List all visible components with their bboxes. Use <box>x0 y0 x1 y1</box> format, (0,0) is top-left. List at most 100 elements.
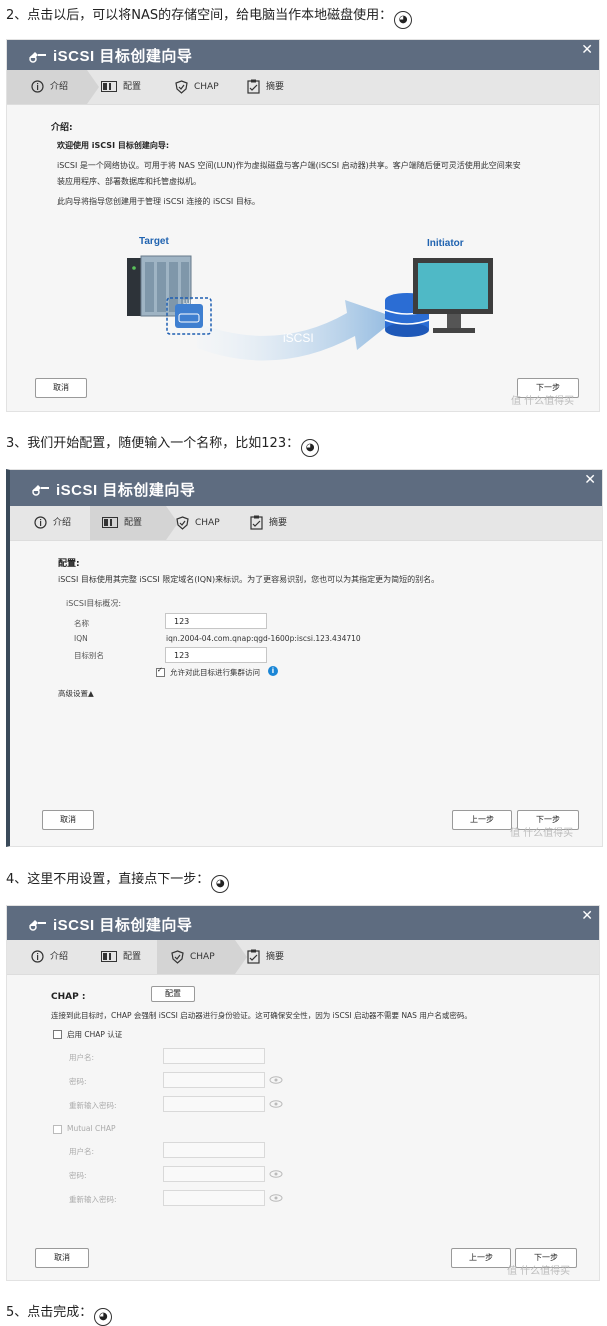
prev-button[interactable]: 上一步 <box>451 1248 511 1268</box>
close-icon[interactable]: ✕ <box>584 471 596 488</box>
mutual-chap-checkbox[interactable] <box>53 1125 62 1134</box>
clipboard-icon <box>247 79 260 94</box>
emoji-icon: ◕ <box>94 1308 113 1326</box>
prev-button[interactable]: 上一步 <box>452 810 512 830</box>
intro-text-line-3: 此向导将指导您创建用于管理 iSCSI 连接的 iSCSI 目标。 <box>57 197 260 206</box>
tab-summary-label: 摘要 <box>266 82 285 92</box>
mutual-chap-label: Mutual CHAP <box>67 1124 116 1133</box>
tab-chap[interactable]: CHAP <box>157 940 235 974</box>
tab-summary[interactable]: 摘要 <box>250 506 287 540</box>
tab-chap-label: CHAP <box>194 82 219 92</box>
clipboard-icon <box>250 515 263 530</box>
intro-text-line-1: iSCSI 是一个网络协议。可用于将 NAS 空间(LUN)作为虚拟磁盘与客户端… <box>57 161 521 170</box>
chap-username-input[interactable] <box>163 1048 265 1064</box>
wizard-steps-bar: 介绍 配置 CHAP 摘要 <box>7 940 599 975</box>
wizard-titlebar: iSCSI 目标创建向导 ✕ <box>7 40 599 70</box>
iscsi-logo-icon <box>29 52 46 63</box>
mutual-reenter-input[interactable] <box>163 1190 265 1206</box>
eye-icon[interactable] <box>269 1076 283 1084</box>
tab-intro[interactable]: 介绍 <box>34 506 71 540</box>
mutual-password-label: 密码: <box>69 1171 87 1180</box>
intro-text-line-2: 装应用程序、部署数据库和托管虚拟机。 <box>57 177 201 186</box>
config-heading: 配置: <box>58 559 80 569</box>
wizard-title: iSCSI 目标创建向导 <box>56 482 196 499</box>
cancel-button[interactable]: 取消 <box>35 378 87 398</box>
tab-config-label: 配置 <box>124 518 143 528</box>
wizard-titlebar: iSCSI 目标创建向导 ✕ <box>10 470 602 506</box>
iqn-value: iqn.2004-04.com.qnap:qgd-1600p:iscsi.123… <box>166 634 361 643</box>
wizard-content: CHAP : 配置 连接到此目标时，CHAP 会强制 iSCSI 启动器进行身份… <box>7 976 599 1280</box>
close-icon[interactable]: ✕ <box>581 907 593 924</box>
tab-chap[interactable]: CHAP <box>176 506 220 540</box>
chap-config-button[interactable]: 配置 <box>151 986 195 1002</box>
info-icon <box>34 516 47 529</box>
emoji-icon: ◕ <box>211 875 230 893</box>
intro-welcome: 欢迎使用 iSCSI 目标创建向导: <box>57 141 170 150</box>
overview-label: iSCSI目标概况: <box>66 599 122 608</box>
tab-summary[interactable]: 摘要 <box>247 70 284 104</box>
wizard-config-panel: iSCSI 目标创建向导 ✕ 介绍 配置 CHAP 摘要 配置: iSCSI 目… <box>6 469 603 847</box>
mutual-reenter-label: 重新输入密码: <box>69 1195 117 1204</box>
config-icon <box>101 81 117 92</box>
name-input[interactable]: 123 <box>165 613 267 629</box>
iscsi-logo-icon <box>32 485 49 496</box>
wizard-title: iSCSI 目标创建向导 <box>53 48 193 65</box>
tab-config[interactable]: 配置 <box>90 506 166 540</box>
enable-chap-checkbox[interactable] <box>53 1030 62 1039</box>
eye-icon[interactable] <box>269 1194 283 1202</box>
mutual-username-input[interactable] <box>163 1142 265 1158</box>
cluster-access-checkbox[interactable]: ✓ <box>156 666 165 677</box>
config-description: iSCSI 目标使用其完整 iSCSI 限定域名(IQN)来标识。为了更容易识别… <box>58 575 440 584</box>
wizard-chap-panel: iSCSI 目标创建向导 ✕ 介绍 配置 CHAP 摘要 CHAP : 配置 连… <box>6 905 600 1281</box>
eye-icon[interactable] <box>269 1100 283 1108</box>
info-icon <box>31 80 44 93</box>
chap-password-input[interactable] <box>163 1072 265 1088</box>
chap-heading: CHAP : <box>51 992 86 1002</box>
close-icon[interactable]: ✕ <box>581 41 593 58</box>
tab-chap-label: CHAP <box>195 518 220 528</box>
chap-reenter-label: 重新输入密码: <box>69 1101 117 1110</box>
alias-input[interactable]: 123 <box>165 647 267 663</box>
clipboard-icon <box>247 949 260 964</box>
wizard-content: 配置: iSCSI 目标使用其完整 iSCSI 限定域名(IQN)来标识。为了更… <box>10 542 602 846</box>
tab-intro[interactable]: 介绍 <box>7 70 87 104</box>
eye-icon[interactable] <box>269 1170 283 1178</box>
advanced-settings-toggle[interactable]: 高级设置▲ <box>58 688 94 699</box>
shield-icon <box>176 515 189 530</box>
wizard-intro-panel: iSCSI 目标创建向导 ✕ 介绍 配置 CHAP 摘要 介绍: 欢迎使用 iS… <box>6 39 600 412</box>
step-3-text: 3、我们开始配置，随便输入一个名称，比如123： <box>6 436 300 451</box>
step-5-text: 5、点击完成： <box>6 1305 93 1320</box>
mutual-password-input[interactable] <box>163 1166 265 1182</box>
chap-reenter-input[interactable] <box>163 1096 265 1112</box>
tab-separator <box>87 70 99 104</box>
iscsi-arrow-label: iSCSI <box>283 331 314 345</box>
tab-intro-label: 介绍 <box>53 518 72 528</box>
emoji-icon: ◕ <box>301 439 320 457</box>
config-icon <box>101 951 117 962</box>
step-2-caption: 2、点击以后，可以将NAS的存储空间，给电脑当作本地磁盘使用： ◕ <box>6 4 413 29</box>
initiator-label: Initiator <box>427 238 464 249</box>
wizard-title: iSCSI 目标创建向导 <box>53 917 193 934</box>
cluster-access-label: 允许对此目标进行集群访问 <box>170 668 260 677</box>
chap-username-label: 用户名: <box>69 1053 95 1062</box>
wizard-steps-bar: 介绍 配置 CHAP 摘要 <box>10 506 602 541</box>
tab-intro-label: 介绍 <box>50 952 69 962</box>
wizard-titlebar: iSCSI 目标创建向导 ✕ <box>7 906 599 940</box>
tab-config-label: 配置 <box>123 82 142 92</box>
tab-summary-label: 摘要 <box>269 518 288 528</box>
info-icon[interactable]: i <box>268 666 278 676</box>
iqn-label: IQN <box>74 634 88 643</box>
tab-config[interactable]: 配置 <box>101 940 141 974</box>
tab-intro-label: 介绍 <box>50 82 69 92</box>
wizard-steps-bar: 介绍 配置 CHAP 摘要 <box>7 70 599 105</box>
cancel-button[interactable]: 取消 <box>35 1248 89 1268</box>
tab-config[interactable]: 配置 <box>101 70 141 104</box>
tab-chap[interactable]: CHAP <box>175 70 219 104</box>
alias-label: 目标别名 <box>74 651 104 660</box>
watermark: 值 什么值得买 <box>510 828 574 839</box>
target-label: Target <box>139 236 169 247</box>
cancel-button[interactable]: 取消 <box>42 810 94 830</box>
tab-intro[interactable]: 介绍 <box>31 940 68 974</box>
tab-summary[interactable]: 摘要 <box>247 940 284 974</box>
shield-icon <box>171 949 184 964</box>
